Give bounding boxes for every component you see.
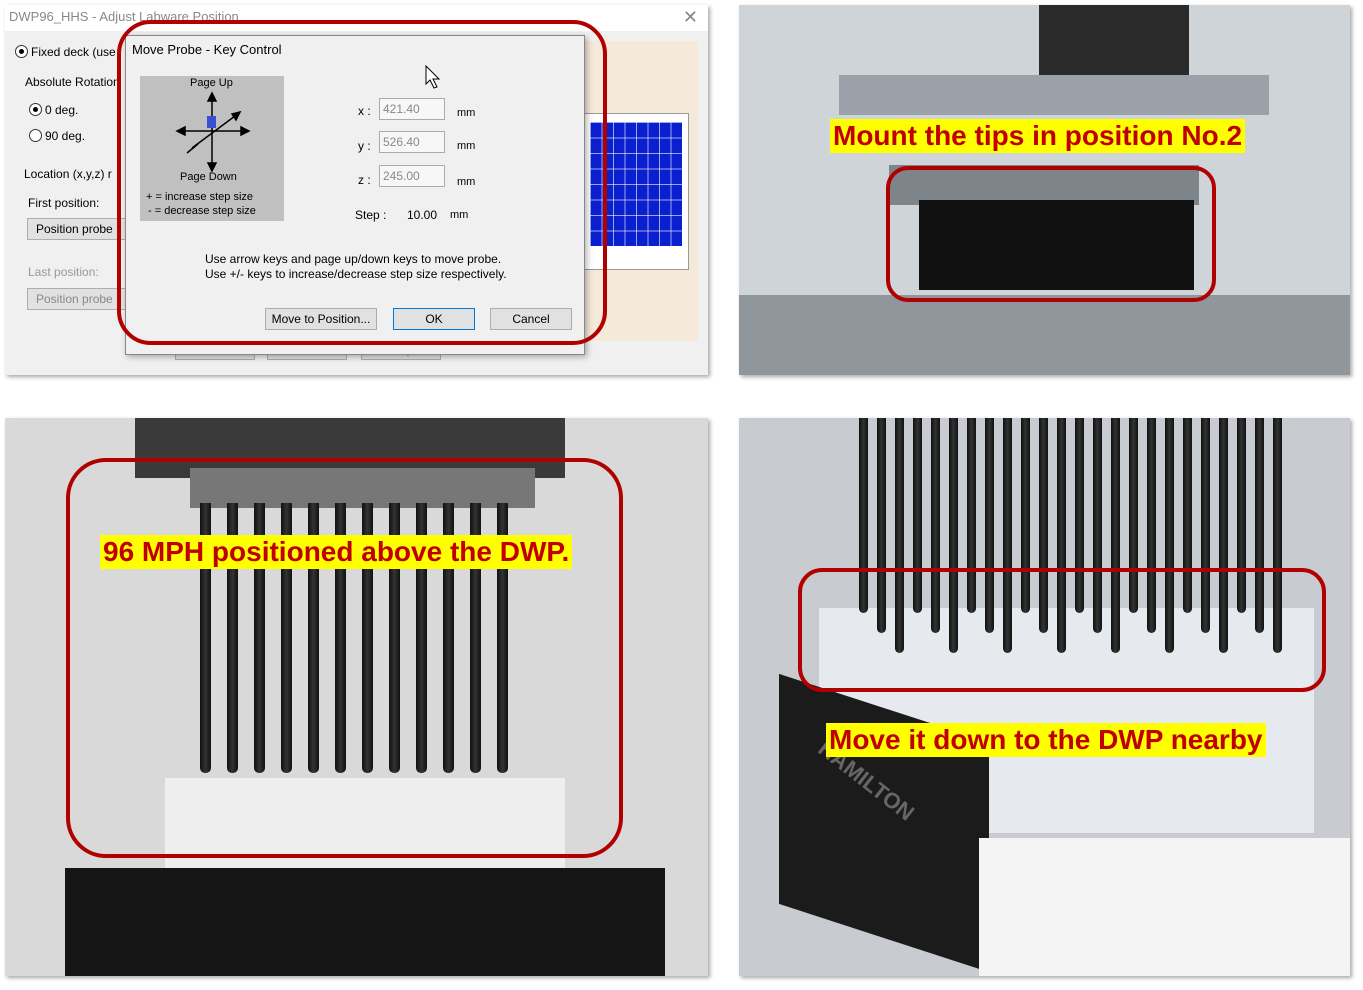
caption-mount-tips: Mount the tips in position No.2 [830, 119, 1246, 153]
radio-icon [15, 45, 28, 58]
tips-highlight-box [886, 166, 1216, 302]
software-screenshot-panel: DWP96_HHS - Adjust Labware Position ✕ Fi… [5, 5, 708, 375]
radio-icon [29, 129, 42, 142]
absolute-rotation-label: Absolute Rotation [25, 75, 120, 89]
mph-highlight-box [66, 458, 623, 858]
rotation-90-radio[interactable]: 90 deg. [29, 129, 85, 143]
move-down-dwp-photo: HAMILTON Move it down to the DWP nearby [739, 418, 1350, 976]
close-icon[interactable]: ✕ [683, 7, 698, 28]
rotation-0-radio[interactable]: 0 deg. [29, 103, 78, 117]
deck-surface [979, 838, 1350, 976]
caption-move-down: Move it down to the DWP nearby [826, 723, 1266, 757]
radio-icon [29, 103, 42, 116]
dialog-highlight-box [117, 20, 607, 345]
position-probe-last-button[interactable]: Position probe [27, 288, 127, 310]
deck-carrier [65, 868, 665, 976]
last-position-label: Last position: [28, 265, 99, 279]
fixed-deck-radio[interactable]: Fixed deck (use [15, 45, 116, 59]
pipetting-head-body [839, 75, 1269, 115]
location-label: Location (x,y,z) r [24, 167, 112, 181]
tip-racks [739, 295, 1350, 375]
mount-tips-photo: Mount the tips in position No.2 [739, 5, 1350, 375]
mph-above-dwp-photo: 96 MPH positioned above the DWP. [5, 418, 708, 976]
pipetting-head-top [1039, 5, 1189, 75]
first-position-label: First position: [28, 196, 100, 210]
position-probe-first-button[interactable]: Position probe [27, 218, 127, 240]
plate-highlight-box [798, 568, 1326, 692]
